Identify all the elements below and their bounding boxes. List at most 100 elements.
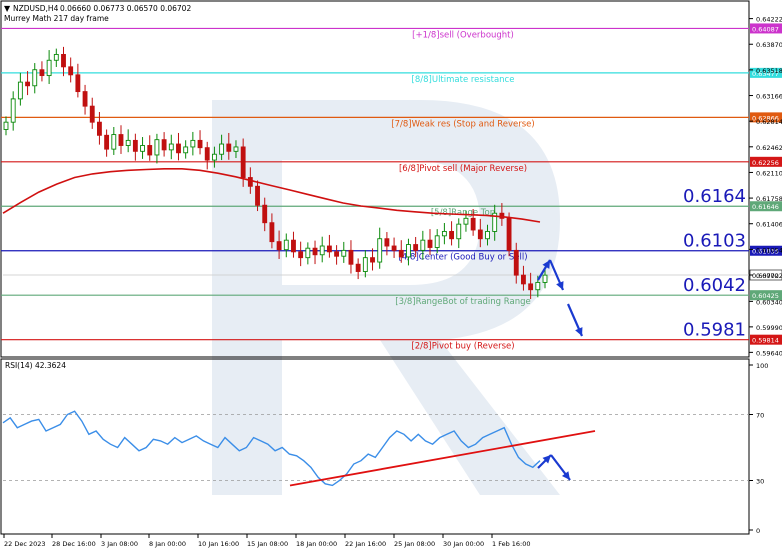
candle-body [248,178,252,187]
candle-body [18,82,22,99]
rsi-panel-frame [1,359,749,534]
time-tick-label: 10 Jan 16:00 [198,540,239,548]
candle-body [428,240,432,247]
candle-body [471,218,475,230]
candle-body [529,284,533,290]
candle-body [177,144,181,153]
header-arrow: ▼ [4,4,11,13]
chart-header: ▼ NZDUSD,H4 0.06660 0.06773 0.06570 0.06… [4,4,191,370]
time-tick-label: 22 Jan 16:00 [345,540,386,548]
murrey-level-label: [7/8]Weak res (Stop and Reverse) [391,119,534,129]
candle-body [363,258,367,272]
candle-body [126,140,130,145]
murrey-level-label: [4/8]Center (Good Buy or Sell) [398,253,527,263]
candle-body [392,246,396,250]
candle-body [514,250,518,275]
candle-body [464,218,468,224]
candle-body [90,106,94,122]
candle-body [184,147,188,153]
price-tick-label: 0.60702 [756,272,782,280]
candle-body [4,122,8,129]
candle-body [478,230,482,239]
candle-body [148,145,152,154]
price-tick-label: 0.62110 [756,169,782,177]
candle-body [97,122,101,135]
candle-body [421,240,425,250]
candle-body [371,258,375,262]
candle-body [414,245,418,251]
candle-body [536,282,540,289]
candle-body [313,248,317,255]
rsi-tick-label: 30 [756,478,764,486]
header-ohlc: 0.06660 0.06773 0.06570 0.06702 [60,4,191,13]
candle-body [270,223,274,242]
candle-body [284,240,288,249]
rsi-tick-label: 70 [756,412,764,420]
murrey-level-label: [3/8]RangeBot of trading Range [395,297,530,307]
time-tick-label: 25 Jan 08:00 [394,540,435,548]
price-tick-label: 0.61406 [756,221,782,229]
time-tick-label: 28 Dec 16:00 [52,540,96,548]
price-tick-label: 0.60340 [756,298,782,306]
time-axis: 22 Dec 202328 Dec 16:003 Jan 08:008 Jan … [4,534,531,548]
time-tick-label: 1 Feb 16:00 [492,540,531,548]
candle-body [263,205,267,222]
candle-body [450,231,454,238]
chart-svg[interactable]: [+1/8]sell (Overbought)0.64087[8/8]Ultim… [0,0,782,550]
candle-body [442,231,446,235]
rsi-layer: 100 70 30 0 [3,362,768,535]
price-tick-label: 0.63518 [756,67,782,75]
candle-body [220,144,224,154]
candle-body [11,99,15,122]
candle-body [241,147,245,178]
chart-stage: [+1/8]sell (Overbought)0.64087[8/8]Ultim… [0,0,782,550]
candle-body [112,135,116,150]
candle-body [234,147,238,151]
murrey-level-tag-text: 0.62256 [752,159,779,167]
candle-body [399,250,403,257]
candle-body [543,275,547,282]
candle-body [47,60,51,75]
candle-body [342,250,346,256]
rsi-tick-label: 100 [756,362,768,370]
candle-body [256,186,260,205]
time-tick-label: 8 Jan 00:00 [149,540,186,548]
candle-body [349,250,353,264]
price-tick-label: 0.62462 [756,144,782,152]
candle-body [299,252,303,258]
candle-body [62,54,66,66]
candle-body [306,248,310,257]
murrey-level-label: [6/8]Pivot sell (Major Reverse) [399,164,527,174]
rsi-tick-label: 0 [756,527,760,535]
big-level-label: 0.6103 [683,231,746,252]
murrey-level-tag-text: 0.61646 [752,203,779,211]
time-tick-label: 30 Jan 00:00 [443,540,484,548]
candle-body [26,82,30,86]
big-level-label: 0.6042 [683,275,746,296]
murrey-level-label: [+1/8]sell (Overbought) [412,30,514,40]
candle-body [356,264,360,271]
candle-body [212,154,216,160]
candle-body [198,140,202,147]
candle-body [507,218,511,250]
price-tick-label: 0.59990 [756,324,782,332]
candle-body [406,245,410,257]
candle-body [119,135,123,146]
murrey-level-label: [8/8]Ultimate resistance [412,75,515,85]
candle-body [76,75,80,92]
murrey-level-label: [2/8]Pivot buy (Reverse) [411,342,514,352]
candle-body [83,92,87,107]
candle-body [227,144,231,151]
annotations: 0.61640.61030.60420.5981 [538,186,746,340]
murrey-level-tag-text: 0.59814 [752,337,779,345]
candle-body [162,140,166,150]
price-tick-label: 0.61054 [756,246,782,254]
price-tick-label: 0.59640 [756,349,782,357]
price-tick-label: 0.61758 [756,195,782,203]
candle-body [385,239,389,246]
price-tick-label: 0.63166 [756,93,782,101]
price-tick-label: 0.64222 [756,16,782,24]
candle-body [277,242,281,250]
candle-body [327,246,331,252]
price-tick-label: 0.62814 [756,118,782,126]
